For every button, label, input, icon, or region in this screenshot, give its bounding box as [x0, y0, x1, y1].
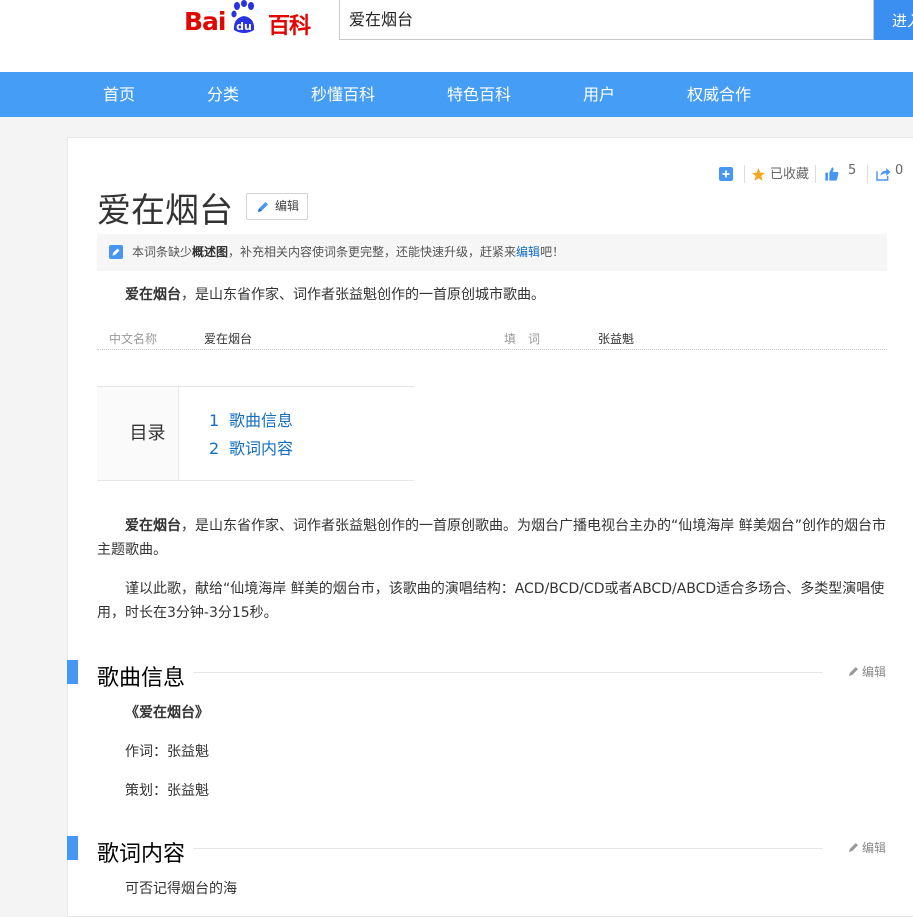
tool-separator [867, 165, 868, 183]
baidu-baike-logo[interactable]: Bai du 百科 [184, 0, 324, 40]
nav-item-category[interactable]: 分类 [207, 72, 239, 117]
nav-item-video[interactable]: 秒懂百科 [311, 72, 375, 117]
notice-post: 吧！ [540, 245, 565, 259]
search-input[interactable] [339, 0, 874, 40]
section-marker [67, 660, 78, 684]
section-edit-button[interactable]: 编辑 [848, 663, 886, 680]
notice-pre: 本词条缺少 [132, 245, 193, 259]
song-planner-line: 策划：张益魁 [125, 783, 209, 799]
table-of-contents: 目录 1 歌曲信息 2 歌词内容 [97, 386, 414, 481]
nav-item-user[interactable]: 用户 [583, 72, 615, 117]
section-title: 歌词内容 [97, 842, 186, 867]
info-value-lyricist[interactable]: 张益魁 [598, 330, 634, 347]
search-button[interactable]: 进入 [874, 0, 913, 40]
nav-item-cooperation[interactable]: 权威合作 [687, 72, 751, 117]
toc-num: 2 [209, 439, 220, 458]
main-nav: 首页 分类 秒懂百科 特色百科 用户 权威合作 [0, 72, 913, 117]
like-count: 5 [848, 163, 857, 178]
section-divider [193, 672, 823, 673]
star-icon[interactable] [751, 167, 766, 182]
toc-item[interactable]: 2 歌词内容 [209, 435, 293, 459]
nav-item-home[interactable]: 首页 [103, 72, 135, 117]
notice-mid: ，补充相关内容使词条更完整，还能快速升级，赶紧来 [228, 245, 517, 259]
toc-label: 目录 [97, 387, 179, 480]
page-title: 爱在烟台 [97, 191, 233, 231]
song-title-line: 《爱在烟台》 [125, 705, 209, 721]
para-text: ，是山东省作家、词作者张益魁创作的一首原创歌曲。为烟台广播电视台主办的“仙境海岸… [97, 518, 886, 558]
logo-du-text: du [236, 20, 252, 33]
summary-rest: ，是山东省作家、词作者张益魁创作的一首原创城市歌曲。 [181, 287, 545, 303]
tool-separator [815, 165, 816, 183]
toc-label-text: 歌词内容 [229, 439, 294, 458]
toc-num: 1 [209, 411, 220, 430]
summary-bold: 爱在烟台 [125, 287, 181, 303]
para-bold: 爱在烟台 [125, 518, 181, 534]
missing-image-notice: 本词条缺少概述图，补充相关内容使词条更完整，还能快速升级，赶紧来编辑吧！ [97, 234, 887, 271]
info-key-name: 中文名称 [109, 332, 158, 346]
thumbs-up-icon[interactable] [824, 166, 840, 182]
section-edit-label: 编辑 [862, 841, 887, 855]
section-marker [67, 836, 78, 860]
edit-button-label: 编辑 [275, 199, 300, 213]
pencil-icon [849, 667, 858, 676]
section-divider [193, 848, 823, 849]
share-icon[interactable] [875, 166, 891, 182]
summary: 爱在烟台，是山东省作家、词作者张益魁创作的一首原创城市歌曲。 [125, 284, 545, 304]
pencil-icon [849, 843, 858, 852]
song-lyricist-line: 作词：张益魁 [125, 744, 209, 760]
header: Bai du 百科 进入 [0, 0, 913, 72]
logo-baike-text: 百科 [268, 14, 311, 39]
nav-item-special[interactable]: 特色百科 [447, 72, 511, 117]
pencil-icon [258, 202, 268, 212]
paw-icon: du [231, 0, 255, 33]
info-value-name: 爱在烟台 [204, 332, 253, 346]
paragraph: 爱在烟台，是山东省作家、词作者张益魁创作的一首原创歌曲。为烟台广播电视台主办的“… [97, 514, 889, 562]
notice-bold: 概述图 [192, 245, 229, 259]
tool-separator [744, 165, 745, 183]
toc-item[interactable]: 1 歌曲信息 [209, 407, 293, 431]
paragraph: 谨以此歌，献给“仙境海岸 鲜美的烟台市，该歌曲的演唱结构：ACD/BCD/CD或… [97, 577, 889, 625]
edit-notice-icon [109, 245, 123, 259]
add-icon[interactable] [719, 167, 733, 181]
section-title: 歌曲信息 [97, 666, 186, 691]
logo-bai-text: Bai [184, 7, 226, 36]
edit-button[interactable]: 编辑 [246, 193, 308, 220]
collected-label[interactable]: 已收藏 [770, 163, 809, 182]
info-key-lyricist: 填 词 [504, 332, 541, 346]
para-text: 谨以此歌，献给“仙境海岸 鲜美的烟台市，该歌曲的演唱结构：ACD/BCD/CD或… [97, 581, 885, 621]
lyrics-line: 可否记得烟台的海 [125, 881, 237, 897]
notice-edit-link[interactable]: 编辑 [516, 245, 540, 259]
info-divider [97, 349, 887, 350]
toc-label-text: 歌曲信息 [229, 411, 294, 430]
section-edit-label: 编辑 [862, 665, 887, 679]
section-edit-button[interactable]: 编辑 [848, 839, 886, 856]
share-count: 0 [895, 163, 904, 178]
